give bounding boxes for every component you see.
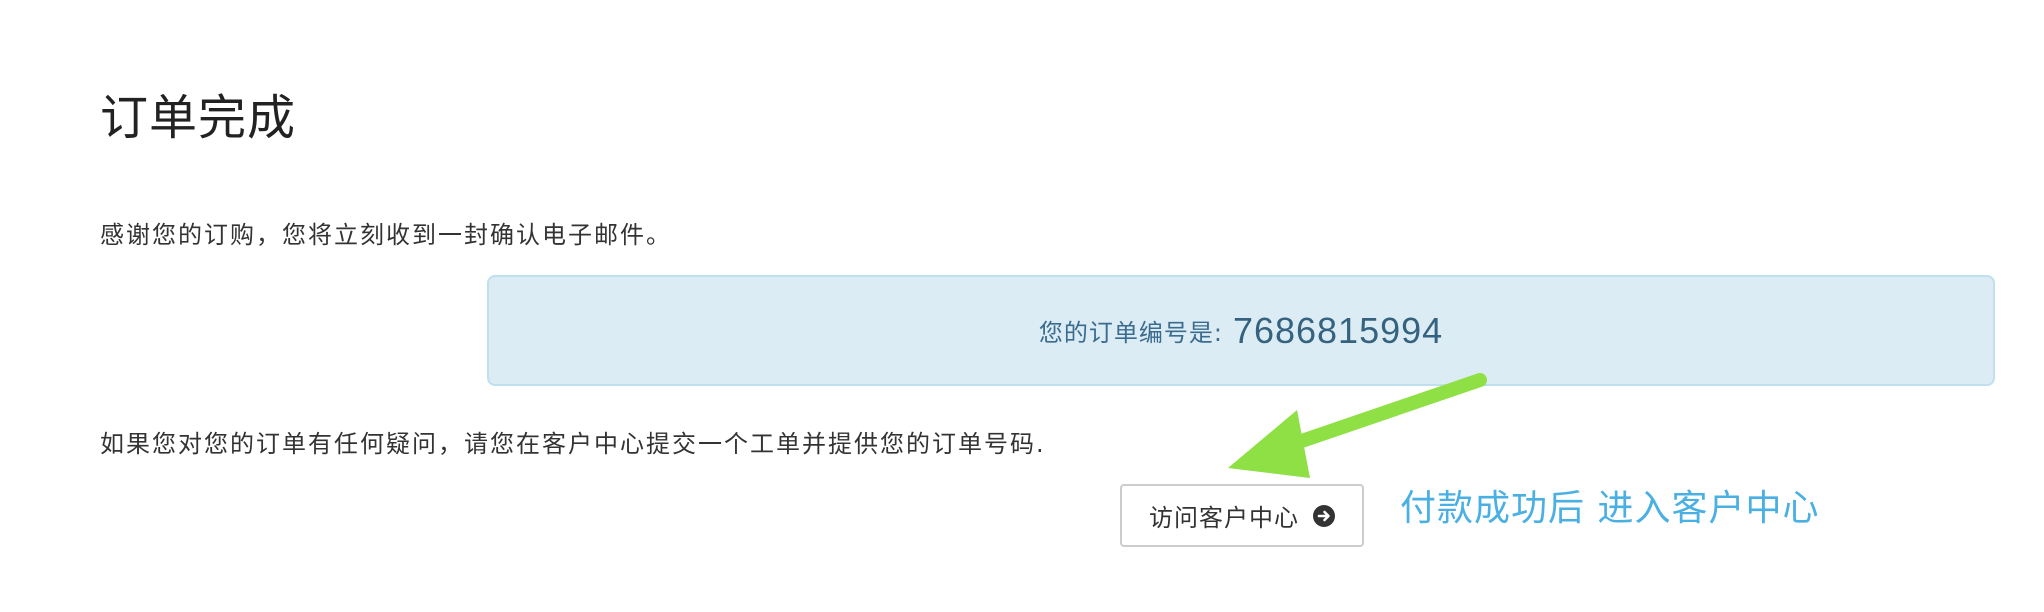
thanks-message: 感谢您的订购，您将立刻收到一封确认电子邮件。 bbox=[100, 221, 672, 249]
visit-client-area-button[interactable]: 访问客户中心 bbox=[1120, 484, 1364, 547]
order-number-panel: 您的订单编号是: 7686815994 bbox=[487, 275, 1995, 386]
help-message: 如果您对您的订单有任何疑问，请您在客户中心提交一个工单并提供您的订单号码. bbox=[100, 430, 1046, 458]
arrow-circle-right-icon bbox=[1313, 504, 1335, 527]
order-number-value: 7686815994 bbox=[1232, 309, 1444, 351]
annotation-text: 付款成功后 进入客户中心 bbox=[1400, 488, 1820, 529]
order-complete-page: 订单完成 感谢您的订购，您将立刻收到一封确认电子邮件。 您的订单编号是: 768… bbox=[0, 0, 2044, 612]
visit-client-area-label: 访问客户中心 bbox=[1149, 504, 1299, 532]
page-title: 订单完成 bbox=[100, 90, 297, 146]
order-number-label: 您的订单编号是: bbox=[1038, 319, 1223, 347]
